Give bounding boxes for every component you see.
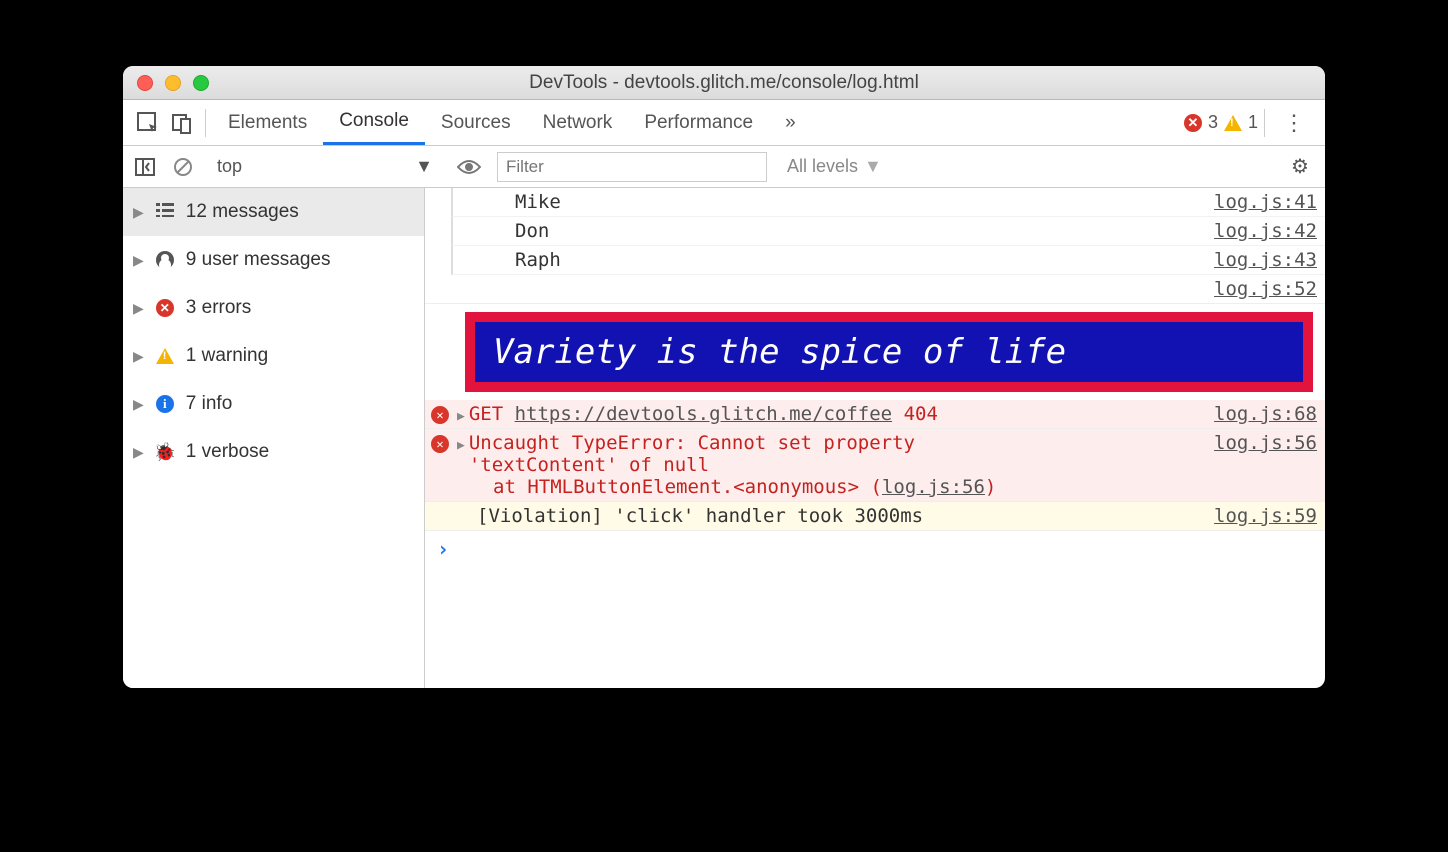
error-icon: ✕ — [1184, 114, 1202, 132]
log-row-violation[interactable]: [Violation] 'click' handler took 3000ms … — [425, 502, 1325, 531]
sidebar-item-info[interactable]: ▶ i 7 info — [123, 380, 424, 428]
console-toolbar: top ▼ All levels ▼ ⚙ — [123, 146, 1325, 188]
devtools-window: DevTools - devtools.glitch.me/console/lo… — [123, 66, 1325, 688]
separator — [205, 109, 206, 137]
tab-performance[interactable]: Performance — [628, 100, 769, 145]
request-url[interactable]: https://devtools.glitch.me/coffee — [515, 403, 893, 425]
console-prompt[interactable]: › — [425, 531, 1325, 567]
error-count: 3 — [1208, 112, 1218, 133]
more-menu-icon[interactable]: ⋮ — [1271, 110, 1317, 136]
console-log-list: Mike log.js:41 Don log.js:42 Raph log.js… — [425, 188, 1325, 688]
error-icon: ✕ — [431, 435, 449, 453]
tab-sources[interactable]: Sources — [425, 100, 527, 145]
disclosure-icon: ▶ — [133, 204, 144, 221]
error-icon: ✕ — [154, 299, 176, 317]
disclosure-icon: ▶ — [133, 396, 144, 413]
sidebar-item-warnings[interactable]: ▶ 1 warning — [123, 332, 424, 380]
warning-icon — [154, 348, 176, 364]
error-count-badge[interactable]: ✕ 3 1 — [1184, 112, 1258, 133]
separator — [1264, 109, 1265, 137]
source-link[interactable]: log.js:41 — [1202, 191, 1317, 213]
titlebar: DevTools - devtools.glitch.me/console/lo… — [123, 66, 1325, 100]
sidebar-item-user-messages[interactable]: ▶ 9 user messages — [123, 236, 424, 284]
disclosure-icon[interactable]: ▶ — [457, 438, 465, 453]
zoom-window-button[interactable] — [193, 75, 209, 91]
device-toolbar-icon[interactable] — [165, 112, 199, 134]
minimize-window-button[interactable] — [165, 75, 181, 91]
sidebar-item-verbose[interactable]: ▶ 🐞 1 verbose — [123, 428, 424, 476]
console-sidebar: ▶ 12 messages ▶ 9 user messages ▶ ✕ 3 er… — [123, 188, 425, 688]
user-icon — [154, 251, 176, 269]
disclosure-icon: ▶ — [133, 252, 144, 269]
log-message: Don — [515, 220, 549, 242]
clear-console-icon[interactable] — [167, 157, 199, 177]
panel-tabs: Elements Console Sources Network Perform… — [123, 100, 1325, 146]
context-selector[interactable]: top ▼ — [211, 156, 441, 177]
log-message: Uncaught TypeError: Cannot set property … — [469, 432, 915, 476]
window-controls — [137, 75, 209, 91]
disclosure-icon: ▶ — [133, 444, 144, 461]
toggle-sidebar-icon[interactable] — [129, 158, 161, 176]
sidebar-item-label: 12 messages — [186, 201, 299, 223]
chevron-down-icon: ▼ — [415, 156, 433, 177]
tab-elements[interactable]: Elements — [212, 100, 323, 145]
status-code: 404 — [904, 403, 938, 425]
chevron-down-icon: ▼ — [864, 156, 882, 177]
log-row[interactable]: log.js:52 — [425, 275, 1325, 304]
window-title: DevTools - devtools.glitch.me/console/lo… — [123, 72, 1325, 94]
levels-label: All levels — [787, 156, 858, 177]
source-link[interactable]: log.js:43 — [1202, 249, 1317, 271]
sidebar-item-label: 1 verbose — [186, 441, 269, 463]
stack-source-link[interactable]: log.js:56 — [882, 476, 985, 498]
source-link[interactable]: log.js:68 — [1202, 403, 1317, 425]
source-link[interactable]: log.js:56 — [1202, 432, 1317, 454]
error-icon: ✕ — [431, 406, 449, 424]
warning-icon — [1224, 115, 1242, 131]
console-settings-icon[interactable]: ⚙ — [1291, 154, 1319, 179]
log-row-error[interactable]: ✕ ▶ Uncaught TypeError: Cannot set prope… — [425, 429, 1325, 502]
sidebar-item-label: 3 errors — [186, 297, 251, 319]
styled-log-message: Variety is the spice of life — [465, 312, 1313, 392]
inspect-element-icon[interactable] — [131, 112, 165, 134]
sidebar-item-label: 9 user messages — [186, 249, 331, 271]
console-body: ▶ 12 messages ▶ 9 user messages ▶ ✕ 3 er… — [123, 188, 1325, 688]
log-row[interactable]: Raph log.js:43 — [451, 246, 1325, 275]
http-method: GET — [469, 403, 503, 425]
log-message: [Violation] 'click' handler took 3000ms — [429, 505, 923, 527]
live-expression-icon[interactable] — [453, 159, 485, 175]
stack-frame: at HTMLButtonElement.<anonymous> (log.js… — [429, 476, 1317, 498]
log-row[interactable]: Mike log.js:41 — [451, 188, 1325, 217]
context-label: top — [217, 156, 242, 177]
bug-icon: 🐞 — [154, 443, 176, 461]
sidebar-item-messages[interactable]: ▶ 12 messages — [123, 188, 424, 236]
source-link[interactable]: log.js:52 — [1202, 278, 1317, 300]
tab-console[interactable]: Console — [323, 100, 425, 145]
tabs-overflow-button[interactable]: » — [769, 100, 812, 145]
log-message: Raph — [515, 249, 561, 271]
sidebar-item-label: 7 info — [186, 393, 232, 415]
disclosure-icon: ▶ — [133, 300, 144, 317]
sidebar-item-errors[interactable]: ▶ ✕ 3 errors — [123, 284, 424, 332]
filter-input[interactable] — [497, 152, 767, 182]
disclosure-icon: ▶ — [133, 348, 144, 365]
log-row[interactable]: Don log.js:42 — [451, 217, 1325, 246]
disclosure-icon[interactable]: ▶ — [457, 409, 465, 424]
log-message: GET https://devtools.glitch.me/coffee 40… — [469, 403, 938, 425]
source-link[interactable]: log.js:59 — [1202, 505, 1317, 527]
tab-network[interactable]: Network — [527, 100, 629, 145]
list-icon — [154, 201, 176, 223]
close-window-button[interactable] — [137, 75, 153, 91]
info-icon: i — [154, 395, 176, 413]
log-row-error[interactable]: ✕ ▶ GET https://devtools.glitch.me/coffe… — [425, 400, 1325, 429]
log-levels-selector[interactable]: All levels ▼ — [773, 156, 896, 177]
warning-count: 1 — [1248, 112, 1258, 133]
sidebar-item-label: 1 warning — [186, 345, 268, 367]
log-message: Mike — [515, 191, 561, 213]
source-link[interactable]: log.js:42 — [1202, 220, 1317, 242]
